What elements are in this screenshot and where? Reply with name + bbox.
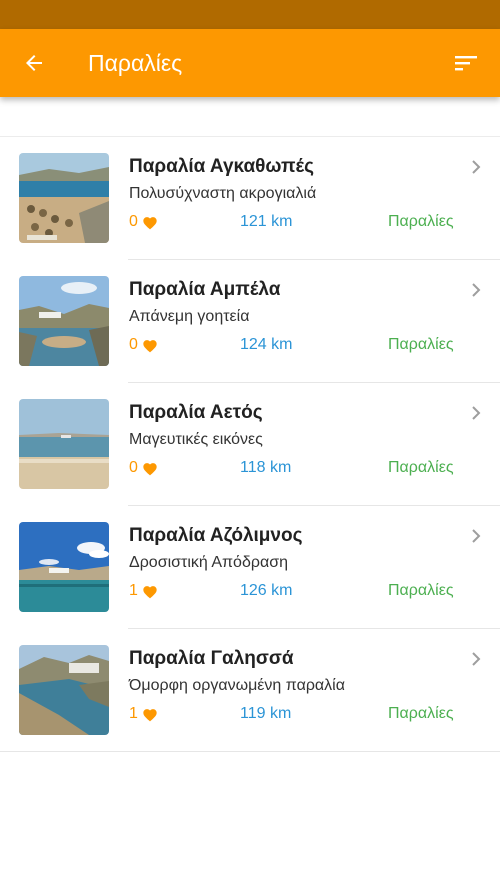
likes-value: 1 (129, 582, 138, 599)
app-bar: Παραλίες (0, 29, 500, 97)
beach-subtitle: Μαγευτικές εικόνες (129, 431, 263, 448)
beach-subtitle: Δροσιστική Απόδραση (129, 554, 288, 571)
distance-label: 126 km (240, 582, 293, 599)
beach-subtitle: Απάνεμη γοητεία (129, 308, 250, 325)
arrow-left-icon (26, 55, 42, 71)
likes-count: 0 (129, 213, 158, 231)
beach-title: Παραλία Αετός (129, 402, 263, 423)
beach-title: Παραλία Αμπέλα (129, 279, 281, 300)
likes-value: 0 (129, 459, 138, 476)
distance-label: 118 km (240, 459, 292, 476)
page-title: Παραλίες (88, 50, 183, 76)
beach-subtitle: Όμορφη οργανωμένη παραλία (129, 677, 345, 694)
likes-value: 0 (129, 336, 138, 353)
category-label: Παραλίες (388, 336, 454, 353)
list-item[interactable]: Παραλία Αμπέλα Απάνεμη γοητεία 0 124 km … (0, 260, 500, 383)
likes-count: 0 (129, 459, 158, 477)
list-item[interactable]: Παραλία Αζόλιμνος Δροσιστική Απόδραση 1 … (0, 506, 500, 629)
beach-list: Παραλία Αγκαθωπές Πολυσύχναστη ακρογιαλι… (0, 137, 500, 752)
list-item[interactable]: Παραλία Γαλησσά Όμορφη οργανωμένη παραλί… (0, 629, 500, 752)
chevron-right-icon (472, 283, 481, 297)
beach-subtitle: Πολυσύχναστη ακρογιαλιά (129, 185, 317, 202)
heart-icon (143, 462, 157, 475)
heart-icon (143, 585, 157, 598)
heart-icon (143, 339, 157, 352)
category-label: Παραλίες (388, 582, 454, 599)
category-label: Παραλίες (388, 459, 454, 476)
back-button[interactable] (14, 43, 54, 83)
distance-label: 121 km (240, 213, 293, 230)
chevron-right-icon (472, 160, 481, 174)
likes-count: 1 (129, 705, 158, 723)
sort-icon (455, 56, 477, 71)
distance-label: 124 km (240, 336, 293, 353)
likes-value: 1 (129, 705, 138, 722)
beach-thumbnail (19, 645, 109, 735)
beach-thumbnail (19, 522, 109, 612)
likes-count: 0 (129, 336, 158, 354)
beach-title: Παραλία Γαλησσά (129, 648, 294, 669)
sort-button[interactable] (446, 43, 486, 83)
list-item[interactable]: Παραλία Αετός Μαγευτικές εικόνες 0 118 k… (0, 383, 500, 506)
category-label: Παραλίες (388, 213, 454, 230)
distance-label: 119 km (240, 705, 292, 722)
likes-value: 0 (129, 213, 138, 230)
category-label: Παραλίες (388, 705, 454, 722)
beach-title: Παραλία Αγκαθωπές (129, 156, 314, 177)
beach-thumbnail (19, 276, 109, 366)
chevron-right-icon (472, 529, 481, 543)
likes-count: 1 (129, 582, 158, 600)
chevron-right-icon (472, 406, 481, 420)
list-item[interactable]: Παραλία Αγκαθωπές Πολυσύχναστη ακρογιαλι… (0, 137, 500, 260)
beach-title: Παραλία Αζόλιμνος (129, 525, 303, 546)
status-bar (0, 0, 500, 29)
heart-icon (143, 216, 157, 229)
heart-icon (143, 708, 157, 721)
chevron-right-icon (472, 652, 481, 666)
beach-thumbnail (19, 399, 109, 489)
beach-thumbnail (19, 153, 109, 243)
